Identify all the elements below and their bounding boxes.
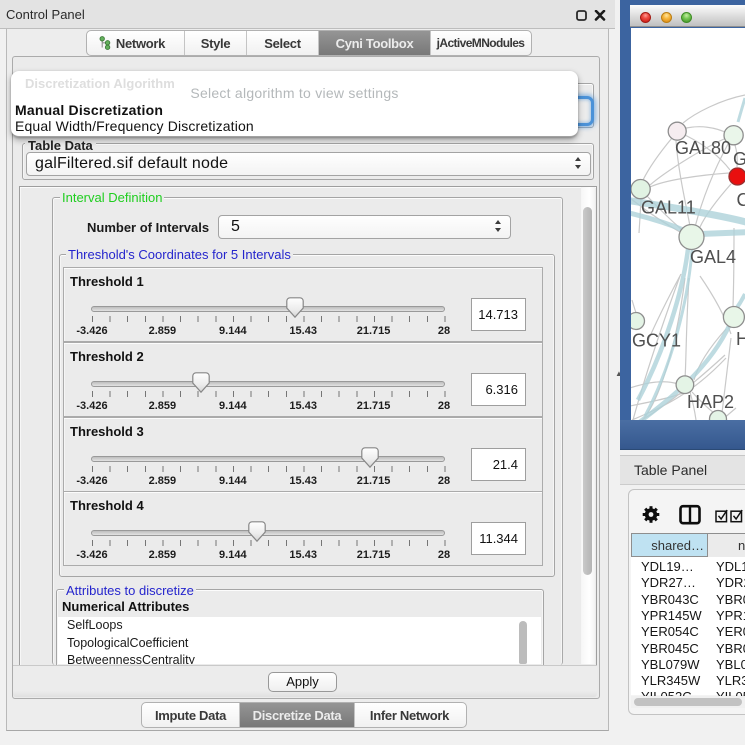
svg-text:GAL11: GAL11 <box>641 198 696 218</box>
svg-text:C: C <box>737 190 745 210</box>
svg-text:GCY1: GCY1 <box>632 331 681 351</box>
svg-text:GAL80: GAL80 <box>675 138 731 158</box>
svg-text:GA: GA <box>733 149 745 169</box>
svg-text:GAL4: GAL4 <box>690 247 736 267</box>
svg-text:H: H <box>736 329 745 349</box>
svg-text:HAP2: HAP2 <box>687 392 734 412</box>
